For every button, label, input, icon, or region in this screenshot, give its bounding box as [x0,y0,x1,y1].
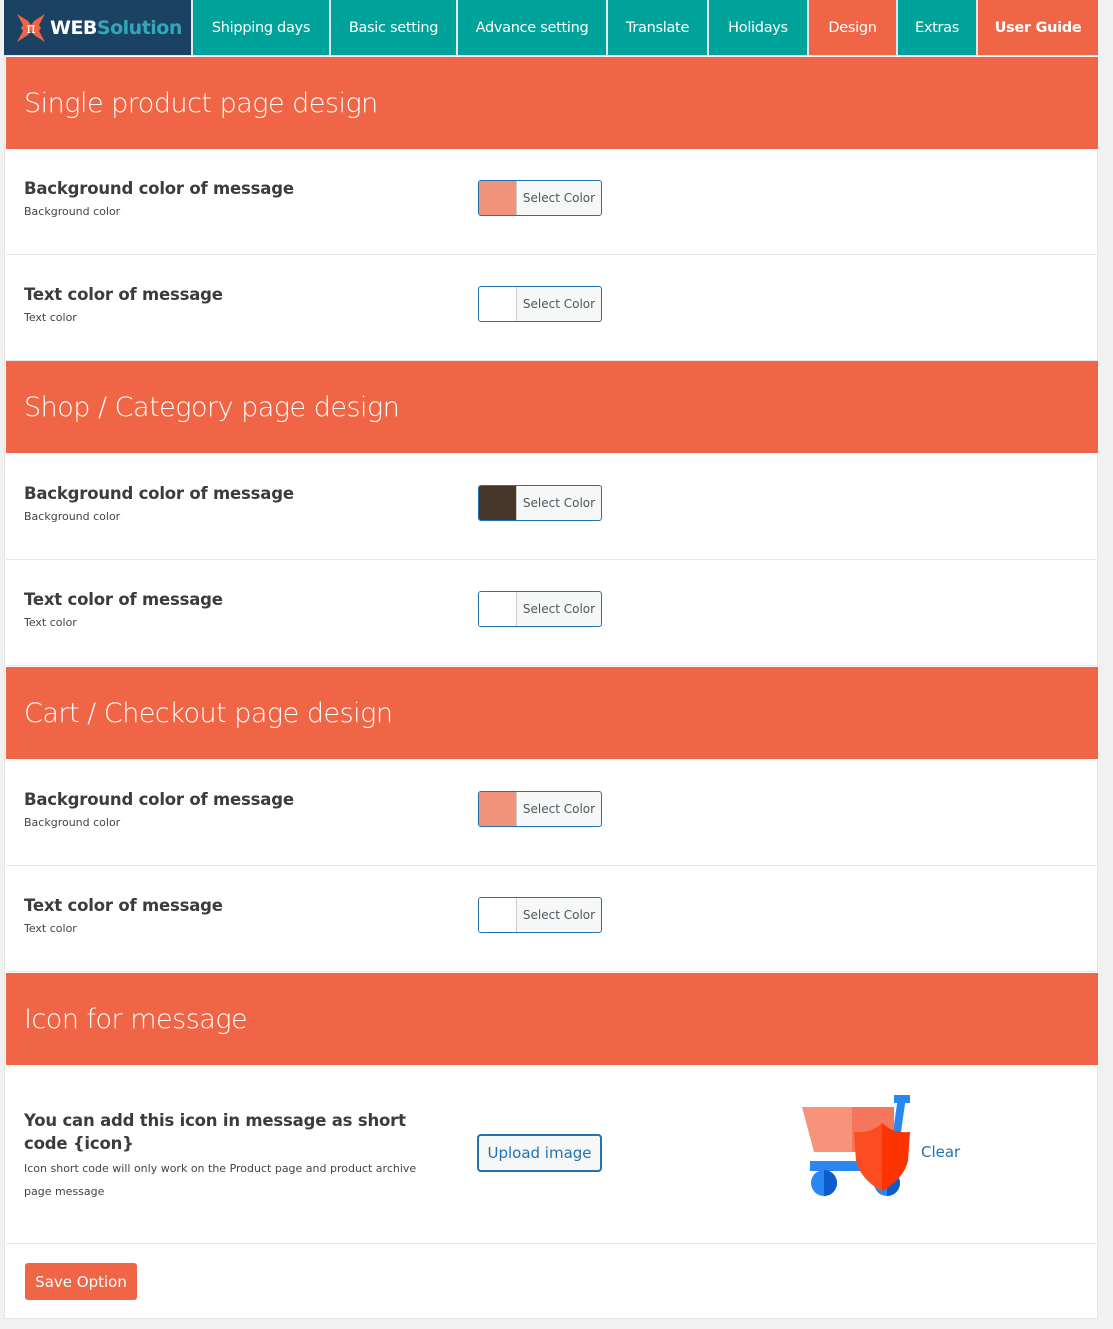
brand-logo[interactable]: π WEBSolution [4,0,191,55]
setting-description: Text color [24,616,77,629]
setting-label: Text color of message [24,285,223,304]
tab-advance-setting[interactable]: Advance setting [456,0,606,55]
clear-icon-link[interactable]: Clear [921,1143,960,1161]
tab-design[interactable]: Design [807,0,896,55]
select-color-label: Select Color [522,908,596,922]
pi-logo-icon: π [17,13,45,42]
setting-row-cart-text: Text color of message Text color Select … [6,866,1098,972]
tab-basic-setting[interactable]: Basic setting [329,0,456,55]
setting-row-single-bg: Background color of message Background c… [6,149,1098,255]
tab-holidays[interactable]: Holidays [707,0,807,55]
upload-image-button[interactable]: Upload image [477,1134,602,1172]
setting-label: You can add this icon in message as shor… [24,1111,406,1153]
color-picker-button[interactable]: Select Color [478,485,602,521]
section-title-single-product: Single product page design [6,57,1098,149]
brand-name: WEBSolution [50,16,182,39]
section-title-shop-category: Shop / Category page design [6,361,1098,453]
svg-text:π: π [26,21,35,37]
setting-description: Text color [24,311,77,324]
setting-description: Icon short code will only work on the Pr… [24,1162,417,1198]
setting-label: Background color of message [24,179,294,198]
color-swatch [479,287,517,321]
tab-extras[interactable]: Extras [896,0,976,55]
tab-translate[interactable]: Translate [606,0,707,55]
section-title-icon: Icon for message [6,973,1098,1065]
color-swatch [479,792,517,826]
setting-label: Background color of message [24,790,294,809]
setting-description: Background color [24,205,121,218]
color-picker-button[interactable]: Select Color [478,897,602,933]
tab-user-guide[interactable]: User Guide [976,0,1098,55]
cart-shield-icon [802,1095,910,1196]
color-swatch [479,592,517,626]
setting-row-shop-bg: Background color of message Background c… [6,454,1098,560]
select-color-label: Select Color [522,191,596,205]
setting-row-cart-bg: Background color of message Background c… [6,760,1098,866]
setting-row-shop-text: Text color of message Text color Select … [6,560,1098,666]
setting-description: Background color [24,816,121,829]
setting-row-icon: You can add this icon in message as shor… [6,1065,1098,1244]
select-color-label: Select Color [522,602,596,616]
select-color-label: Select Color [522,297,596,311]
setting-label: Background color of message [24,484,294,503]
tab-shipping-days[interactable]: Shipping days [191,0,329,55]
select-color-label: Select Color [522,802,596,816]
setting-label: Text color of message [24,896,223,915]
save-option-button[interactable]: Save Option [25,1263,137,1300]
setting-label: Text color of message [24,590,223,609]
color-picker-button[interactable]: Select Color [478,591,602,627]
color-picker-button[interactable]: Select Color [478,286,602,322]
setting-description: Background color [24,510,121,523]
color-picker-button[interactable]: Select Color [478,791,602,827]
color-swatch [479,898,517,932]
top-nav: π WEBSolution Shipping days Basic settin… [4,0,1098,55]
section-title-cart-checkout: Cart / Checkout page design [6,667,1098,759]
setting-description: Text color [24,922,77,935]
color-picker-button[interactable]: Select Color [478,180,602,216]
color-swatch [479,181,517,215]
setting-row-single-text: Text color of message Text color Select … [6,255,1098,361]
design-settings-panel: Single product page design Background co… [4,55,1098,1319]
color-swatch [479,486,517,520]
select-color-label: Select Color [522,496,596,510]
